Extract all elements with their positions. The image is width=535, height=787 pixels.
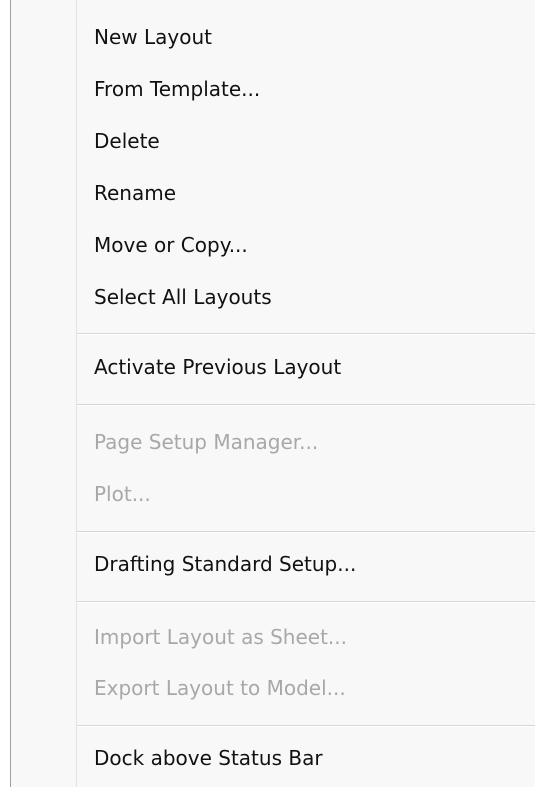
menu-item-activate-previous-layout[interactable]: Activate Previous Layout	[11, 341, 535, 393]
menu-separator	[77, 531, 535, 533]
layout-context-menu: New Layout From Template... Delete Renam…	[10, 0, 535, 787]
menu-item-export-layout-to-model: Export Layout to Model...	[94, 676, 346, 700]
menu-item-move-or-copy[interactable]: Move or Copy...	[11, 219, 535, 271]
menu-separator	[77, 601, 535, 603]
menu-item-from-template[interactable]: From Template...	[11, 63, 535, 115]
menu-item-delete[interactable]: Delete	[11, 115, 535, 167]
menu-separator	[77, 404, 535, 406]
menu-item-new-layout[interactable]: New Layout	[11, 11, 535, 63]
menu-item-import-layout-as-sheet: Import Layout as Sheet...	[94, 625, 348, 649]
menu-item-rename[interactable]: Rename	[11, 167, 535, 219]
menu-item-drafting-standard-setup[interactable]: Drafting Standard Setup...	[11, 538, 535, 590]
menu-item-plot: Plot...	[94, 482, 151, 506]
menu-separator	[77, 725, 535, 727]
menu-separator	[77, 333, 535, 335]
menu-item-dock-above-status-bar[interactable]: Dock above Status Bar	[11, 732, 535, 784]
menu-item-page-setup-manager: Page Setup Manager...	[94, 430, 319, 454]
menu-item-select-all-layouts[interactable]: Select All Layouts	[11, 271, 535, 323]
